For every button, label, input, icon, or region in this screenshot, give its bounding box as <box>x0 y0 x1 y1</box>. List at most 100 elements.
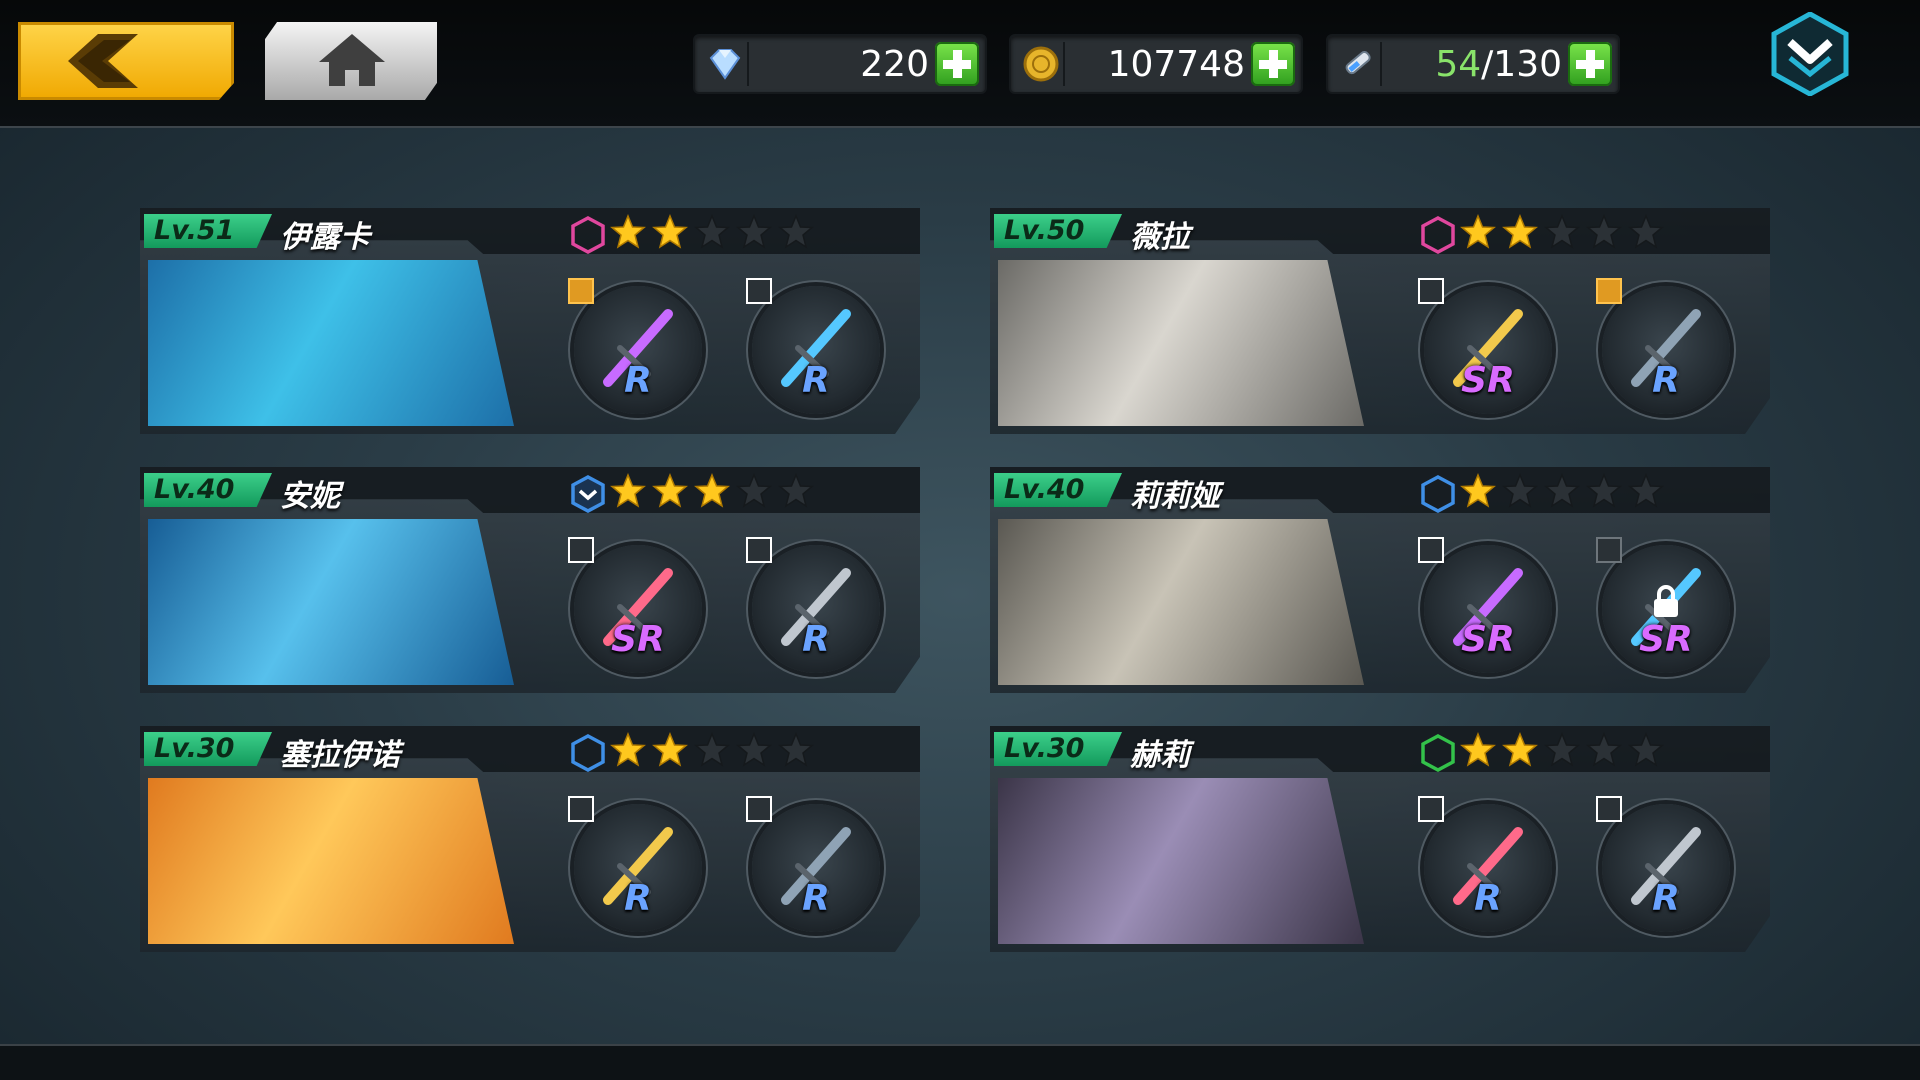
weapon-rarity: R <box>802 619 830 660</box>
star-empty-icon <box>1586 214 1622 249</box>
character-name: 安妮 <box>280 479 340 514</box>
character-portrait <box>148 778 514 944</box>
star-filled-icon <box>652 732 688 767</box>
star-filled-icon <box>1460 214 1496 249</box>
weapon-type-tag-icon <box>568 796 594 822</box>
character-name: 薇拉 <box>1130 220 1190 255</box>
weapon-rarity: SR <box>1461 619 1515 660</box>
weapon-slot[interactable]: R <box>568 278 708 418</box>
star-rating <box>610 732 814 768</box>
back-button[interactable] <box>18 22 234 100</box>
star-rating <box>1460 214 1664 250</box>
hexagon-green-icon <box>1421 734 1455 772</box>
arrow-left-icon <box>68 34 138 88</box>
star-empty-icon <box>1544 473 1580 508</box>
portrait-image <box>148 519 514 685</box>
star-empty-icon <box>1502 473 1538 508</box>
weapon-rarity: SR <box>611 619 665 660</box>
star-empty-icon <box>1586 473 1622 508</box>
weapon-rarity: SR <box>1639 619 1693 660</box>
weapon-type-tag-icon <box>1596 796 1622 822</box>
star-empty-icon <box>694 214 730 249</box>
level-badge: Lv.30 <box>994 732 1122 766</box>
weapon-type-tag-icon <box>746 278 772 304</box>
star-empty-icon <box>1628 732 1664 767</box>
star-empty-icon <box>1628 473 1664 508</box>
level-badge: Lv.51 <box>144 214 272 248</box>
weapon-type-tag-icon <box>568 537 594 563</box>
character-portrait <box>998 260 1364 426</box>
star-filled-icon <box>1502 214 1538 249</box>
level-badge: Lv.40 <box>144 473 272 507</box>
weapon-rarity: R <box>802 878 830 919</box>
portrait-image <box>998 519 1364 685</box>
weapon-slot[interactable]: R <box>1596 278 1736 418</box>
coins-counter: 107748 <box>1009 34 1303 94</box>
star-rating <box>610 214 814 250</box>
add-gems-button[interactable] <box>935 42 979 86</box>
level-badge: Lv.50 <box>994 214 1122 248</box>
weapon-slot[interactable]: R <box>746 278 886 418</box>
diamond-icon <box>703 42 749 86</box>
star-rating <box>610 473 814 509</box>
weapon-slot[interactable]: SR <box>1418 537 1558 677</box>
weapon-slot[interactable]: R <box>1418 796 1558 936</box>
weapon-rarity: R <box>624 360 652 401</box>
star-empty-icon <box>736 732 772 767</box>
weapon-slot[interactable]: R <box>568 796 708 936</box>
character-portrait <box>998 519 1364 685</box>
weapon-slot[interactable]: R <box>746 796 886 936</box>
star-empty-icon <box>736 473 772 508</box>
hexagon-pink-icon <box>571 216 605 254</box>
star-empty-icon <box>778 732 814 767</box>
star-filled-icon <box>652 473 688 508</box>
portrait-image <box>148 260 514 426</box>
level-badge: Lv.40 <box>994 473 1122 507</box>
weapon-slot[interactable]: R <box>1596 796 1736 936</box>
character-card[interactable]: Lv.40 安妮 SR R <box>140 467 920 693</box>
weapon-type-tag-icon <box>1418 278 1444 304</box>
weapon-slot[interactable]: SR <box>568 537 708 677</box>
character-name: 赫莉 <box>1130 738 1190 773</box>
weapon-type-tag-icon <box>746 796 772 822</box>
star-filled-icon <box>610 214 646 249</box>
weapon-type-tag-icon <box>568 278 594 304</box>
star-filled-icon <box>610 732 646 767</box>
coin-icon <box>1019 42 1065 86</box>
star-rating <box>1460 732 1664 768</box>
add-stamina-button[interactable] <box>1568 42 1612 86</box>
character-card[interactable]: Lv.40 莉莉娅 SR SR <box>990 467 1770 693</box>
weapon-slot[interactable]: R <box>746 537 886 677</box>
hexagon-pink-icon <box>1421 216 1455 254</box>
home-button[interactable] <box>265 22 437 100</box>
character-name: 莉莉娅 <box>1130 479 1220 514</box>
star-empty-icon <box>1628 214 1664 249</box>
weapon-slot[interactable]: SR <box>1596 537 1736 677</box>
character-card[interactable]: Lv.50 薇拉 SR R <box>990 208 1770 434</box>
character-card[interactable]: Lv.30 赫莉 R R <box>990 726 1770 952</box>
character-name: 伊露卡 <box>280 220 370 255</box>
character-portrait <box>998 778 1364 944</box>
star-filled-icon <box>1502 732 1538 767</box>
stamina-counter: 54/130 <box>1326 34 1620 94</box>
hexagon-blue-icon <box>1421 475 1455 513</box>
stamina-current: 54 <box>1435 44 1482 85</box>
weapon-slot[interactable]: SR <box>1418 278 1558 418</box>
stamina-vial-icon <box>1336 42 1382 86</box>
character-card[interactable]: Lv.30 塞拉伊诺 R R <box>140 726 920 952</box>
star-filled-icon <box>652 214 688 249</box>
collapse-menu-button[interactable] <box>1770 11 1850 97</box>
weapon-rarity: R <box>1652 878 1680 919</box>
star-empty-icon <box>778 473 814 508</box>
star-empty-icon <box>736 214 772 249</box>
add-coins-button[interactable] <box>1251 42 1295 86</box>
star-empty-icon <box>1544 732 1580 767</box>
character-card[interactable]: Lv.51 伊露卡 R R <box>140 208 920 434</box>
hexagon-chevron-blue-icon <box>571 475 605 513</box>
star-empty-icon <box>1586 732 1622 767</box>
coins-value: 107748 <box>1107 44 1245 85</box>
weapon-rarity: SR <box>1461 360 1515 401</box>
lock-icon <box>1654 585 1678 617</box>
weapon-type-tag-icon <box>1596 278 1622 304</box>
hexagon-blue-icon <box>571 734 605 772</box>
